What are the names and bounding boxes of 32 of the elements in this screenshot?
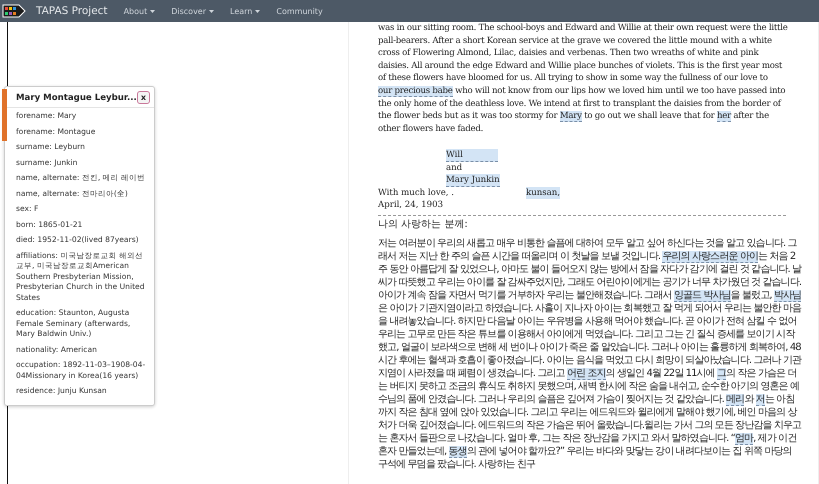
entity-link[interactable]: her: [716, 111, 731, 122]
korean-salutation: 나의 사랑하는 분께:: [378, 218, 469, 232]
entity-link[interactable]: 메리: [726, 394, 744, 406]
logo-icon[interactable]: [2, 3, 26, 19]
nav-menu-item[interactable]: About: [124, 6, 156, 16]
entity-link[interactable]: 박사님: [774, 290, 802, 302]
popup-title: Mary Montague Leybur...: [16, 92, 137, 102]
korean-paragraph: 저는 여러분이 우리의 새롭고 매우 비통한 슬픔에 대하여 모두 알고 싶어 하신다는 것을 알고 있습니다. 그래서 저는 지난 한 주의 슬픈 시간을 떠올리며 이 첫날을 보낼 것입니다. 우리의 사랑스러운 아이는 처음 2주 동안 아름답게 잘 있었으나, 아마도 불이 들어오지 않는 방에서 잠을 자다가 감기에 걸린 것 같습니다. 날씨가 따뜻했고 우리는 아이를 잘 감싸주었지만, 그래도 어린아이에게는 공기가 너무 차가웠던 것 같습니다. 아이가 계속 잠을 자면서 먹기를 거부하자 우리는 불안해졌습니다. 그래서 잉골드 박사님을 불렀고, 박사님 은 아이가 기관지염이라고 하였습니다. 사흘이 지나자 아이는 회복했고 잘 먹게 되어서 우리는 불안한 마음을 내려놓았습니다. 하지만 다음날 아이는 우유병을 사용해 먹어야 했습니다. 곧 아이가 전혀 삼킬 수 없어 우리는 고무로 만든 작은 튜브를 이용해서 아이에게 먹였습니다. 그리고 그는 긴 질식 증세를 보이기 시작했고, 얼굴이 보라색으로 변해 세 번이나 아이가 죽은 줄 알았습니다. 그러나 아이는 훌륭하게 회복하여, 48시간 후에는 혈색과 호흡이 좋아졌습니다. 아이는 음식을 먹었고 다시 희망이 되살아났습니다. 그러나 기관지염이 사라졌을 때 폐렴이 생겼습니다. 그리고 어린 조지의 생일인 4월 22일 11시에 그의 작은 가슴은 더는 버티지 못하고 조금의 휴식도 취하지 못했으며, 새벽 한시에 작은 숨을 내쉬고, 순수한 아기의 영혼은 예수님의 품에 안겼습니다. 그러나 우리의 슬픔은 깊어져 가슴이 찢어지는 것 같았습니다. 메리와 저는 아침까지 작은 침대 옆에 앉아 있었습니다. 그리고 우리는 에드워드와 윌리에게 말해야 했기에, 베인 마음의 상처가 더욱 깊어졌습니다. 에드워드의 작은 가슴은 뛰어 올랐습니다.윌리는 가서 그의 모든 장난감을 치우고는 혼자서 들판으로 나갔습니다. 얼마 후, 그는 작은 장난감을 가지고 와서 말하였습니다. “엄마, 제가 이건 혼자 만들었는데, 동생의 관에 넣어야 할까요?” 우리는 바다와 맞닿는 강이 내려다보이는 집 위쪽 마당의 구석에 무덤을 팠습니다. 사랑하는 친구: [378, 237, 803, 472]
letter-date: April, 24, 1903: [378, 199, 444, 212]
entity-link[interactable]: 우리의 사랑스러운 아이: [662, 251, 758, 264]
entity-link[interactable]: our precious babe: [378, 86, 453, 97]
entity-link[interactable]: 동생: [448, 446, 467, 458]
place-name[interactable]: kunsan,: [526, 187, 560, 200]
entity-link[interactable]: 어린 조지: [566, 368, 606, 380]
entity-link[interactable]: 저: [756, 394, 765, 406]
caret-icon: [150, 10, 156, 12]
signer-name[interactable]: Will: [446, 149, 498, 162]
closing-text: With much love, .: [378, 187, 454, 200]
entity-link[interactable]: 잉골드 박사님: [674, 290, 731, 302]
entity-link[interactable]: 엄마: [734, 433, 754, 446]
brand-link[interactable]: TAPAS Project: [36, 5, 108, 17]
entity-link[interactable]: 그: [717, 368, 726, 380]
letter-paragraph: was in our sitting room. The school-boys and Edward and Willie at their own request were the little pall-bearers. After a short Korean service at the grave we covered the little mound with a white cross of Flowering Almond, Lilac, daisies and verbenas. Then two wreaths of white and pink daisies. All around the edge Edward and Willie place bunches of violets. This is the first year most of these flowers have bloomed for us. All trying to show in some way the fullness of our love to our precious babe who will not know from our lips how we loved him until we too have passed into the only home of the deathless love. We intend at first to transplant the daisies from the border of the flower beds but as it was too stormy for Mary to go out we shall leave that for her after the other flowers have faded.: [378, 22, 789, 136]
nav-menu-item[interactable]: Learn: [230, 6, 260, 16]
caret-icon: [255, 10, 260, 12]
nav-menu-item[interactable]: Discover: [171, 6, 214, 16]
close-button[interactable]: x: [137, 91, 150, 104]
entity-link[interactable]: Mary: [560, 111, 582, 122]
signature-text: and: [446, 162, 464, 174]
signer-name[interactable]: Mary Junkin: [446, 174, 500, 188]
nav-menu-item[interactable]: Community: [276, 6, 323, 16]
caret-icon: [209, 10, 214, 12]
